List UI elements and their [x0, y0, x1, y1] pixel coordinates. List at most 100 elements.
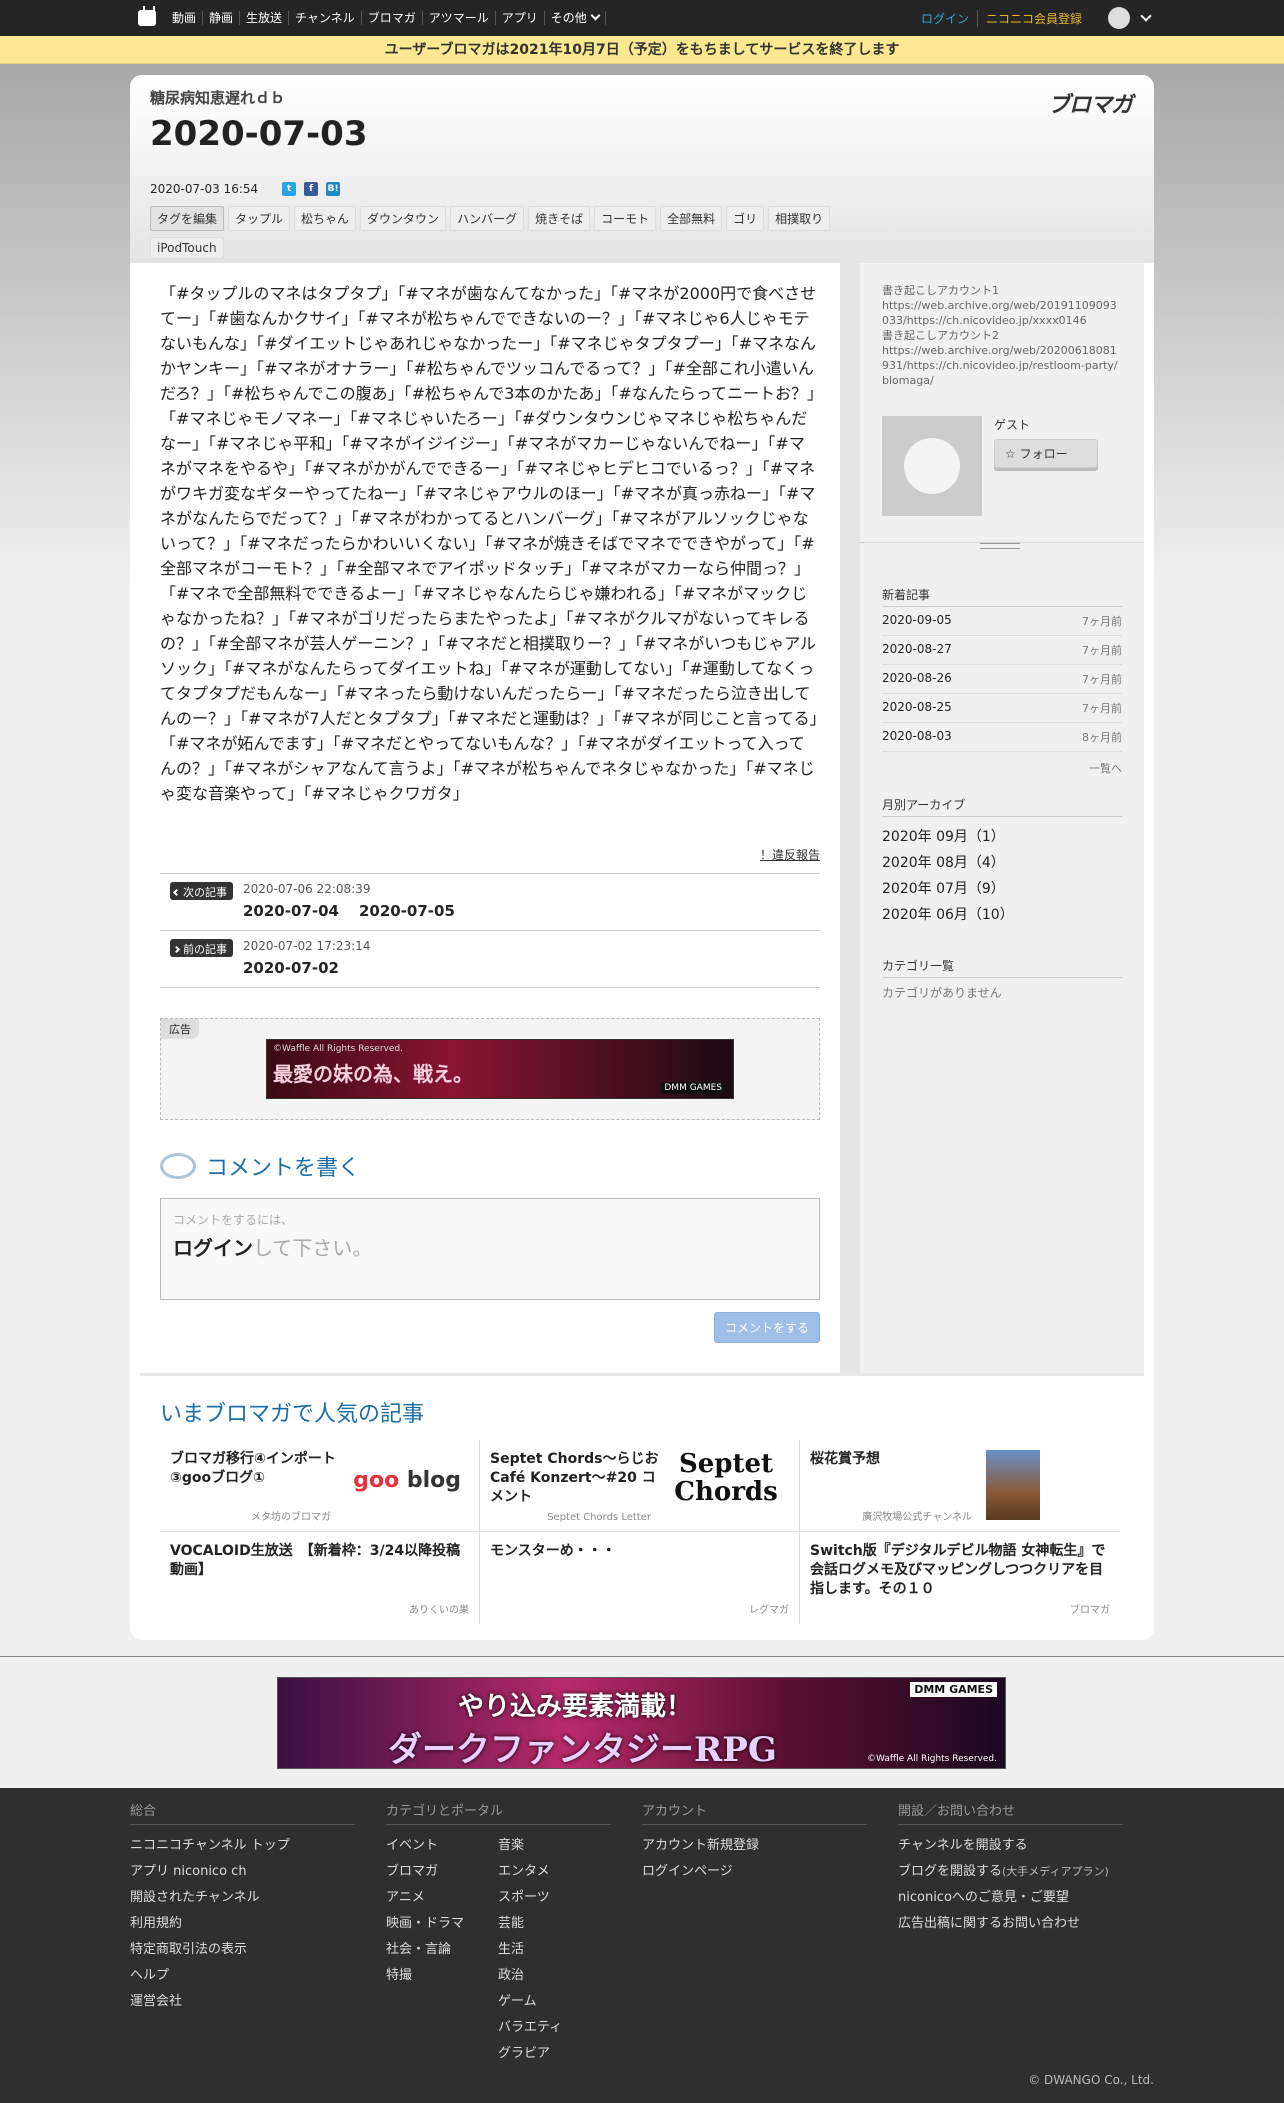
popular-item-title: モンスターめ・・・ — [490, 1543, 616, 1559]
footer-link[interactable]: 広告出稿に関するお問い合わせ — [898, 1911, 1123, 1937]
article-main: 「#タップルのマネはタプタプ」「#マネが歯なんてなかった」「#マネが2000円で… — [140, 263, 840, 1373]
footer-link[interactable]: アカウント新規登録 — [642, 1833, 867, 1859]
popular-item[interactable]: 桜花賞予想 廣沢牧場公式チャンネル — [800, 1440, 1120, 1532]
tag-item[interactable]: 松ちゃん — [294, 206, 357, 231]
sidebar-link[interactable]: https://web.archive.org/web/201911090930… — [882, 298, 1122, 328]
footer-link[interactable]: 利用規約 — [130, 1911, 355, 1937]
follow-button[interactable]: ☆ フォロー — [994, 439, 1098, 468]
comment-login-link[interactable]: ログイン — [173, 1236, 253, 1260]
footer-link[interactable]: ブロマガ — [386, 1859, 498, 1885]
user-avatar[interactable] — [1108, 7, 1130, 29]
archive-item[interactable]: 2020年 09月（1） — [882, 823, 1122, 849]
footer-col-title: 総合 — [130, 1800, 355, 1825]
nav-atsumaru[interactable]: アツマール — [423, 11, 496, 25]
footer-link[interactable]: ニコニコチャンネル トップ — [130, 1833, 355, 1859]
nav-other[interactable]: その他 — [545, 10, 606, 25]
footer-link[interactable]: 映画・ドラマ — [386, 1911, 498, 1937]
footer-link[interactable]: 運営会社 — [130, 1989, 355, 2015]
login-link[interactable]: ログイン — [921, 9, 978, 27]
hatena-bookmark-icon[interactable]: B! — [326, 182, 341, 196]
nav-app[interactable]: アプリ — [496, 11, 545, 25]
footer-link[interactable]: 社会・言論 — [386, 1937, 498, 1963]
tag-item[interactable]: ゴリ — [726, 206, 765, 231]
facebook-share-icon[interactable]: f — [304, 182, 319, 196]
popular-item[interactable]: ブロマガ移行④インポート③gooブログ① goo blog メタ坊のブロマガ — [160, 1440, 480, 1532]
tag-item[interactable]: 全部無料 — [660, 206, 723, 231]
archive-item[interactable]: 2020年 07月（9） — [882, 875, 1122, 901]
footer-link[interactable]: 生活 — [498, 1937, 562, 1963]
prev-article[interactable]: 前の記事 2020-07-02 17:23:14 2020-07-02 — [160, 931, 820, 988]
tag-item[interactable]: 相撲取り — [768, 206, 831, 231]
tag-item[interactable]: ハンバーグ — [450, 206, 525, 231]
comment-input[interactable]: コメントをするには、 ログインして下さい。 — [160, 1198, 820, 1300]
footer-link[interactable]: エンタメ — [498, 1859, 562, 1885]
twitter-share-icon[interactable]: t — [282, 182, 297, 196]
next-article-title[interactable]: 2020-07-04 — [243, 902, 339, 920]
next-article-title[interactable]: 2020-07-05 — [359, 902, 455, 920]
blomaga-logo[interactable]: ブロマガ — [1048, 87, 1133, 119]
footer-link[interactable]: 音楽 — [498, 1833, 562, 1859]
nav-live[interactable]: 生放送 — [240, 11, 290, 25]
chevron-down-icon[interactable] — [1140, 10, 1152, 22]
footer-link[interactable]: アニメ — [386, 1885, 498, 1911]
popular-item[interactable]: Switch版『デジタルデビル物語 女神転生』で会話ログメモ及びマッピングしつつ… — [800, 1532, 1120, 1624]
banner-ad[interactable]: やり込み要素満載！ ダークファンタジーRPG DMM GAMES ©Waffle… — [277, 1677, 1006, 1769]
popular-item[interactable]: VOCALOID生放送 【新着枠：3/24以降投稿動画】 ありくいの巣 — [160, 1532, 480, 1624]
footer-link[interactable]: ゲーム — [498, 1989, 562, 2015]
popular-articles: いまブロマガで人気の記事 ブロマガ移行④インポート③gooブログ① goo bl… — [140, 1373, 1144, 1640]
recent-list-link[interactable]: 一覧へ — [882, 760, 1122, 776]
list-item[interactable]: 2020-09-05 7ヶ月前 — [882, 607, 1122, 636]
footer-link[interactable]: 政治 — [498, 1963, 562, 1989]
list-item[interactable]: 2020-08-25 7ヶ月前 — [882, 694, 1122, 723]
footer-link[interactable]: ブログを開設する(大手メディアプラン) — [898, 1859, 1123, 1885]
footer-link[interactable]: ログインページ — [642, 1859, 867, 1885]
popular-item[interactable]: Septet Chords〜らじおCafé Konzert〜#20 コメント S… — [480, 1440, 800, 1532]
footer-link[interactable]: niconicoへのご意見・ご要望 — [898, 1885, 1123, 1911]
ad-label: 広告 — [161, 1019, 199, 1039]
arrow-right-icon — [172, 945, 181, 954]
footer-link[interactable]: 特定商取引法の表示 — [130, 1937, 355, 1963]
niconico-tv-icon[interactable] — [138, 6, 156, 26]
nav-douga[interactable]: 動画 — [166, 11, 204, 25]
nav-seiga[interactable]: 静画 — [203, 11, 241, 25]
footer-link[interactable]: グラビア — [498, 2041, 562, 2067]
archive-item[interactable]: 2020年 06月（10） — [882, 901, 1122, 927]
popular-grid: ブロマガ移行④インポート③gooブログ① goo blog メタ坊のブロマガ S… — [160, 1440, 1124, 1624]
popular-item[interactable]: モンスターめ・・・ レグマガ — [480, 1532, 800, 1624]
tag-edit-button[interactable]: タグを編集 — [150, 206, 225, 231]
list-item[interactable]: 2020-08-03 8ヶ月前 — [882, 723, 1122, 752]
sidebar-link[interactable]: https://web.archive.org/web/202006180819… — [882, 343, 1122, 388]
footer-link[interactable]: 芸能 — [498, 1911, 562, 1937]
comment-submit-button[interactable]: コメントをする — [713, 1312, 820, 1343]
footer-link[interactable]: アプリ niconico ch — [130, 1859, 355, 1885]
nav-channel[interactable]: チャンネル — [289, 11, 362, 25]
tag-item[interactable]: タップル — [228, 206, 291, 231]
avatar[interactable] — [882, 416, 982, 516]
tag-item[interactable]: ダウンタウン — [360, 206, 447, 231]
popular-item-title: ブロマガ移行④インポート③gooブログ① — [170, 1451, 336, 1486]
footer-link[interactable]: 特撮 — [386, 1963, 498, 1989]
channel-name[interactable]: 糖尿病知恵遅れｄｂ — [150, 87, 1134, 108]
footer-link[interactable]: 開設されたチャンネル — [130, 1885, 355, 1911]
footer-link[interactable]: イベント — [386, 1833, 498, 1859]
category-list: カテゴリ一覧 カテゴリがありません — [882, 957, 1122, 1001]
footer-link[interactable]: チャンネルを開設する — [898, 1833, 1123, 1859]
next-article[interactable]: 次の記事 2020-07-06 22:08:39 2020-07-04 2020-… — [160, 874, 820, 931]
prev-article-title[interactable]: 2020-07-02 — [243, 959, 339, 977]
list-item[interactable]: 2020-08-27 7ヶ月前 — [882, 636, 1122, 665]
footer-link[interactable]: ヘルプ — [130, 1963, 355, 1989]
article-body: 「#タップルのマネはタプタプ」「#マネが歯なんてなかった」「#マネが2000円で… — [160, 284, 818, 803]
comment-login-suffix: して下さい。 — [253, 1236, 373, 1260]
footer-link[interactable]: バラエティ — [498, 2015, 562, 2041]
profile: ゲスト ☆ フォロー — [882, 416, 1122, 516]
report-link[interactable]: ！違反報告 — [160, 846, 820, 863]
footer-link[interactable]: スポーツ — [498, 1885, 562, 1911]
nav-blomaga[interactable]: ブロマガ — [362, 11, 423, 25]
tag-item[interactable]: 焼きそば — [528, 206, 591, 231]
tag-item[interactable]: iPodTouch — [150, 237, 224, 259]
ad-banner[interactable]: ©Waffle All Rights Reserved. 最愛の妹の為、戦え。 … — [266, 1039, 734, 1099]
register-link[interactable]: ニコニコ会員登録 — [978, 10, 1082, 27]
tag-item[interactable]: コーモト — [594, 206, 657, 231]
archive-item[interactable]: 2020年 08月（4） — [882, 849, 1122, 875]
list-item[interactable]: 2020-08-26 7ヶ月前 — [882, 665, 1122, 694]
